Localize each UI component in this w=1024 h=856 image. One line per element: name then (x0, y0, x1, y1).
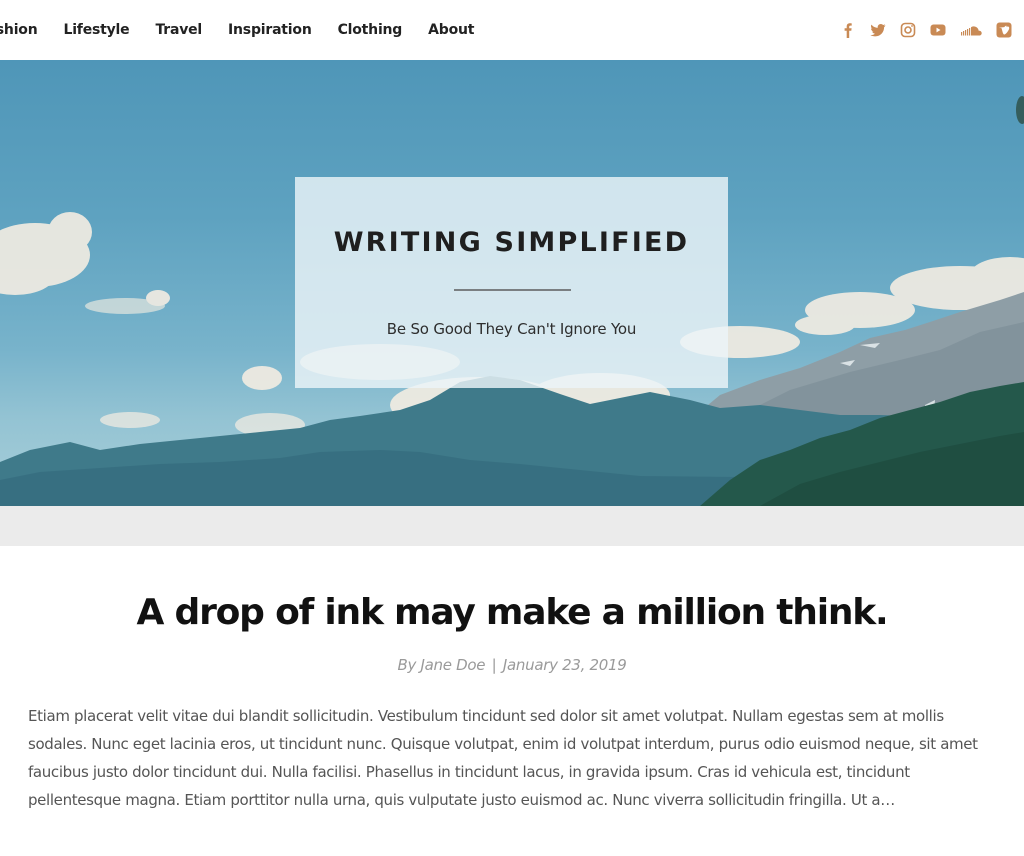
site-title[interactable]: WRITING SIMPLIFIED (295, 227, 728, 258)
post-date: January 23, 2019 (502, 656, 627, 674)
site-header: Fashion Lifestyle Travel Inspiration Clo… (0, 0, 1024, 60)
facebook-icon[interactable] (840, 22, 856, 38)
main-nav: Fashion Lifestyle Travel Inspiration Clo… (0, 0, 500, 60)
site-tagline: Be So Good They Can't Ignore You (386, 320, 637, 338)
post-excerpt: Etiam placerat velit vitae dui blandit s… (28, 707, 978, 809)
soundcloud-icon[interactable] (960, 22, 982, 38)
section-spacer (0, 506, 1024, 546)
vimeo-icon[interactable] (996, 22, 1012, 38)
post-author[interactable]: By Jane Doe (397, 656, 485, 674)
twitter-icon[interactable] (870, 22, 886, 38)
post-meta: By Jane Doe | January 23, 2019 (0, 656, 1024, 674)
nav-item-fashion[interactable]: Fashion (0, 22, 38, 38)
nav-item-about[interactable]: About (428, 22, 474, 38)
post-preview: A drop of ink may make a million think. … (0, 546, 1024, 856)
nav-item-inspiration[interactable]: Inspiration (228, 22, 312, 38)
nav-item-travel[interactable]: Travel (155, 22, 202, 38)
hero-title-card: WRITING SIMPLIFIED Be So Good They Can't… (295, 177, 728, 388)
nav-item-clothing[interactable]: Clothing (338, 22, 403, 38)
post-title[interactable]: A drop of ink may make a million think. (0, 592, 1024, 633)
social-links (826, 0, 1012, 60)
youtube-icon[interactable] (930, 22, 946, 38)
hero-banner: WRITING SIMPLIFIED Be So Good They Can't… (0, 60, 1024, 506)
nav-item-lifestyle[interactable]: Lifestyle (63, 22, 129, 38)
instagram-icon[interactable] (900, 22, 916, 38)
meta-separator: | (491, 656, 497, 674)
title-divider (454, 289, 571, 291)
